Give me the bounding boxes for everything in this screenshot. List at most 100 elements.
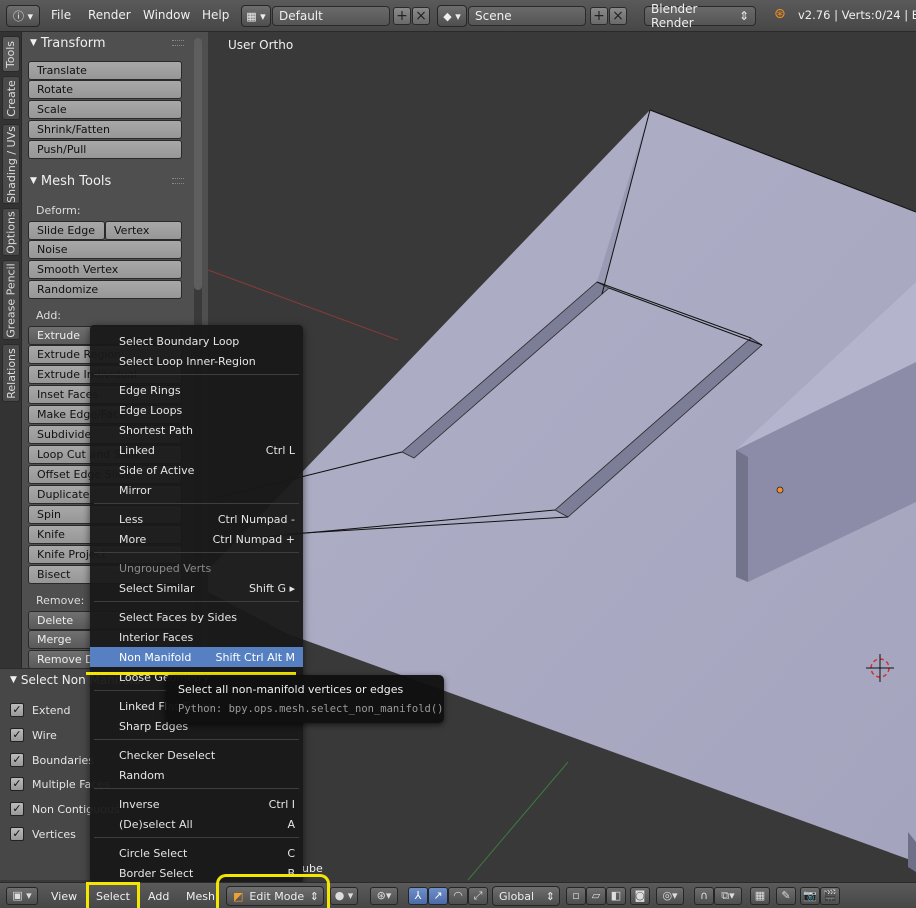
menu-item-non-manifold[interactable]: Non Manifold Shift Ctrl Alt M (90, 647, 303, 667)
menu-item-random[interactable]: Random (90, 765, 303, 785)
cube-icon: ▣ ▾ (12, 889, 32, 902)
scale-icon: ⤢ (473, 889, 483, 902)
slide-vertex-button[interactable]: Vertex (105, 221, 182, 240)
menu-item-side-of-active[interactable]: Side of Active (90, 460, 303, 480)
menu-item-interior-faces[interactable]: Interior Faces (90, 627, 303, 647)
vertex-mode-icon: ▫ (572, 889, 580, 902)
menu-separator (94, 374, 299, 375)
arrow-icon: ↗ (433, 889, 443, 902)
menu-item-select-boundary-loop[interactable]: Select Boundary Loop (90, 331, 303, 351)
viewport-shading-button[interactable]: ● ▾ (330, 887, 358, 905)
menu-item-select-loop-inner-region[interactable]: Select Loop Inner-Region (90, 351, 303, 371)
brush-icon: ✎ (781, 889, 791, 902)
triangle-down-icon: ▼ (30, 38, 37, 48)
rotate-manipulator[interactable]: ◠ (448, 887, 468, 905)
menu-file[interactable]: File (51, 8, 71, 22)
menu-item-select-faces-by-sides[interactable]: Select Faces by Sides (90, 607, 303, 627)
sculpt-button[interactable]: ✎ (776, 887, 796, 905)
mesh-wall-edge (736, 450, 748, 582)
vertex-select-mode[interactable]: ▫ (566, 887, 586, 905)
menu-item-inverse[interactable]: Inverse Ctrl I (90, 794, 303, 814)
annotation-mode-box (216, 874, 330, 908)
menu-item-circle-select[interactable]: Circle Select C (90, 843, 303, 863)
scene-name-field[interactable]: Scene (468, 6, 586, 26)
updown-arrows-icon: ⇕ (545, 889, 555, 903)
render-animation-button[interactable]: 🎬 (820, 887, 840, 905)
menu-render[interactable]: Render (88, 8, 131, 22)
menu-view[interactable]: View (51, 890, 77, 903)
wire-checkbox[interactable]: ✓ Wire (10, 728, 57, 742)
push-pull-button[interactable]: Push/Pull (28, 140, 182, 159)
randomize-button[interactable]: Randomize (28, 280, 182, 299)
shrink-fatten-button[interactable]: Shrink/Fatten (28, 120, 182, 139)
rotate-button[interactable]: Rotate (28, 80, 182, 99)
drag-grip-icon[interactable] (172, 40, 184, 46)
add-layout-button[interactable]: + (393, 7, 411, 25)
menu-item-mirror[interactable]: Mirror (90, 480, 303, 500)
menu-help[interactable]: Help (202, 8, 229, 22)
delete-layout-button[interactable]: × (412, 7, 430, 25)
transform-panel-header[interactable]: ▼ Transform (26, 32, 206, 54)
scrollbar-thumb[interactable] (194, 38, 202, 290)
tab-options[interactable]: Options (2, 208, 20, 256)
slide-edge-button[interactable]: Slide Edge (28, 221, 105, 240)
menu-mesh[interactable]: Mesh (186, 890, 215, 903)
check-icon: ✓ (10, 802, 24, 816)
face-select-mode[interactable]: ◧ (606, 887, 626, 905)
menu-item-deselect-all[interactable]: (De)select All A (90, 814, 303, 834)
add-scene-button[interactable]: + (590, 7, 608, 25)
editor-type-button[interactable]: ▣ ▾ (6, 887, 38, 905)
3d-viewport[interactable]: User Ortho ube (208, 32, 916, 880)
delete-scene-button[interactable]: × (609, 7, 627, 25)
drag-grip-icon[interactable] (172, 178, 184, 184)
scale-manipulator[interactable]: ⤢ (468, 887, 488, 905)
noise-button[interactable]: Noise (28, 240, 182, 259)
tab-tools[interactable]: Tools (2, 36, 20, 72)
scene-browse-button[interactable]: ◆ ▾ (437, 5, 467, 27)
edge-mode-icon: ▱ (591, 889, 601, 902)
proportional-edit-button[interactable]: ◎▾ (656, 887, 684, 905)
tab-create[interactable]: Create (2, 76, 20, 120)
menu-separator (94, 601, 299, 602)
render-preview-button[interactable]: 📷 (800, 887, 820, 905)
remove-label: Remove: (36, 594, 85, 607)
scene-stats: v2.76 | Verts:0/24 | Edg (798, 8, 916, 22)
menu-item-edge-rings[interactable]: Edge Rings (90, 380, 303, 400)
snap-toggle[interactable]: ∩ (694, 887, 714, 905)
extend-checkbox[interactable]: ✓ Extend (10, 703, 71, 717)
menu-item-more[interactable]: More Ctrl Numpad + (90, 529, 303, 549)
snap-element-button[interactable]: ⧉▾ (714, 887, 742, 905)
menu-item-shortest-path[interactable]: Shortest Path (90, 420, 303, 440)
deform-label: Deform: (36, 204, 81, 217)
mesh-tools-panel-header[interactable]: ▼ Mesh Tools (26, 170, 206, 192)
layers-button[interactable]: ▦ (750, 887, 770, 905)
vertices-checkbox[interactable]: ✓ Vertices (10, 827, 76, 841)
tab-shading-uvs[interactable]: Shading / UVs (2, 124, 20, 204)
menu-item-checker-deselect[interactable]: Checker Deselect (90, 745, 303, 765)
boundaries-checkbox[interactable]: ✓ Boundaries (10, 753, 94, 767)
translate-button[interactable]: Translate (28, 61, 182, 80)
tab-grease-pencil[interactable]: Grease Pencil (2, 260, 20, 340)
limit-selection-toggle[interactable]: ◙ (630, 887, 650, 905)
tab-relations[interactable]: Relations (2, 344, 20, 402)
edge-select-mode[interactable]: ▱ (586, 887, 606, 905)
smooth-vertex-button[interactable]: Smooth Vertex (28, 260, 182, 279)
menu-item-less[interactable]: Less Ctrl Numpad - (90, 509, 303, 529)
menu-window[interactable]: Window (143, 8, 190, 22)
layout-name-field[interactable]: Default (272, 6, 390, 26)
menu-add[interactable]: Add (148, 890, 169, 903)
translate-manipulator[interactable]: ↗ (428, 887, 448, 905)
menu-item-linked[interactable]: Linked Ctrl L (90, 440, 303, 460)
layout-grid-icon: ▦ ▾ (246, 9, 266, 23)
layout-browse-button[interactable]: ▦ ▾ (241, 5, 271, 27)
check-icon: ✓ (10, 827, 24, 841)
pivot-point-button[interactable]: ⊛▾ (370, 887, 398, 905)
scene-icon: ◆ ▾ (443, 9, 461, 23)
render-engine-dropdown[interactable]: Blender Render ⇕ (644, 2, 756, 30)
editor-type-button[interactable]: ⓘ ▾ (6, 5, 40, 27)
manipulator-toggle[interactable]: ⅄ (408, 887, 428, 905)
menu-item-edge-loops[interactable]: Edge Loops (90, 400, 303, 420)
orientation-dropdown[interactable]: Global ⇕ (492, 886, 560, 906)
scale-button[interactable]: Scale (28, 100, 182, 119)
menu-item-select-similar[interactable]: Select Similar Shift G ▸ (90, 578, 303, 598)
